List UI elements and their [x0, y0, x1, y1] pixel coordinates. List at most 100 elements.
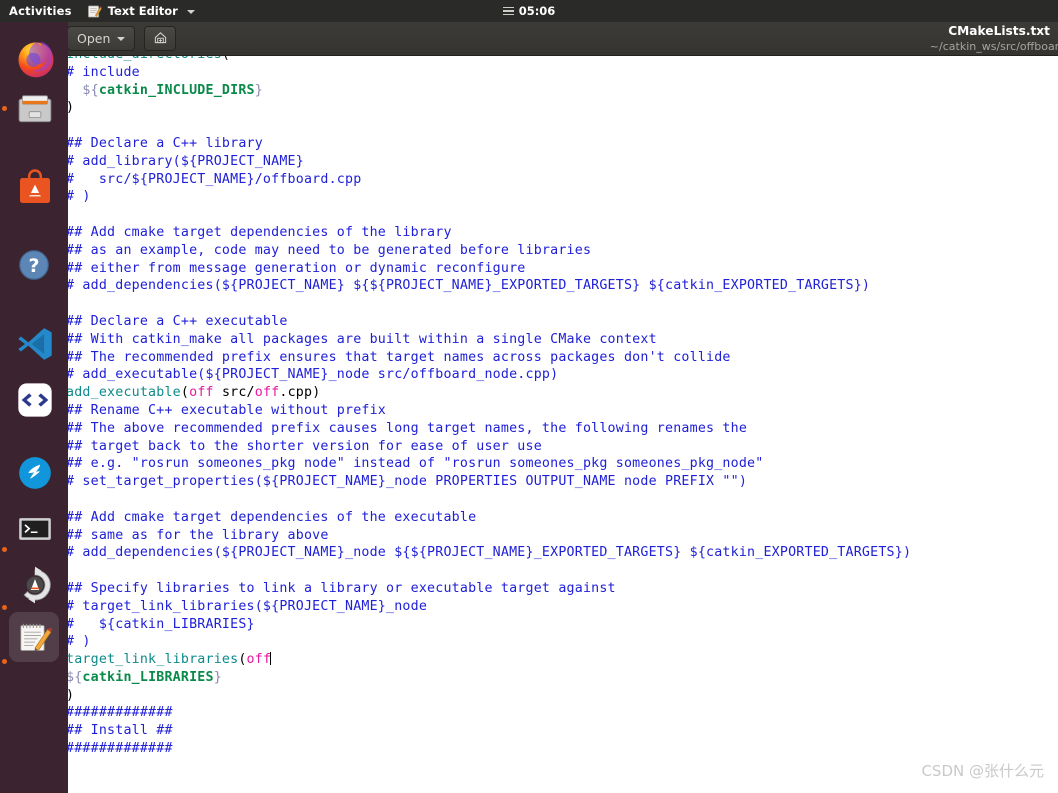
help-icon: ? — [15, 246, 53, 284]
running-indicator-software-updater — [2, 605, 7, 610]
code-line: ############# — [66, 741, 173, 756]
code-token: ## as an example, code may need to be ge… — [66, 242, 592, 258]
running-indicator-files — [2, 106, 7, 111]
code-token: ${ — [66, 669, 83, 685]
code-token: off — [254, 385, 280, 401]
code-line: # include — [66, 65, 140, 80]
dock-item-text-editor[interactable] — [9, 612, 59, 662]
editor-header-bar: Open CMakeLists.txt ~/catkin_ws/src/offb… — [58, 22, 1058, 56]
code-token: # target_link_libraries(${PROJECT_NAME}_… — [66, 598, 428, 614]
code-token: src/ — [213, 385, 255, 401]
dingtalk-icon — [15, 453, 53, 491]
code-line: ## Install ## — [66, 723, 173, 738]
code-token: } — [254, 82, 263, 98]
code-line: ## Declare a C++ library — [66, 136, 263, 151]
chevron-down-icon — [117, 37, 126, 41]
code-line: ## target back to the shorter version fo… — [66, 439, 542, 454]
code-token: } — [213, 669, 222, 685]
code-line: # add_library(${PROJECT_NAME} — [66, 154, 304, 169]
text-cursor — [270, 652, 272, 666]
text-editor-icon — [15, 618, 53, 656]
dock-item-vscode[interactable] — [9, 318, 59, 368]
code-line: ## either from message generation or dyn… — [66, 261, 526, 276]
code-token: ## With catkin_make all packages are bui… — [66, 331, 657, 347]
code-token: ${ — [82, 82, 99, 98]
code-line: # target_link_libraries(${PROJECT_NAME}_… — [66, 599, 427, 614]
chevron-down-icon — [186, 9, 195, 14]
code-line: # ${catkin_LIBRARIES} — [66, 617, 255, 632]
code-token: .cpp) — [279, 385, 321, 401]
code-view[interactable]: include_directories( # include ${catkin_… — [58, 56, 1058, 793]
code-token: ( — [222, 56, 230, 62]
running-indicator-text-editor — [2, 659, 7, 664]
dock-item-software-updater[interactable] — [9, 537, 59, 604]
dock-item-dingtalk[interactable] — [9, 447, 59, 497]
code-token: # ${catkin_LIBRARIES} — [66, 616, 255, 632]
document-path: ~/catkin_ws/src/offboard — [929, 40, 1058, 53]
code-token: catkin_LIBRARIES — [82, 669, 214, 685]
code-line: # add_dependencies(${PROJECT_NAME}_node … — [66, 545, 911, 560]
dock-item-ubuntu-software[interactable] — [9, 162, 59, 212]
app-menu-label: Text Editor — [107, 4, 178, 18]
code-token: ## same as for the library above — [66, 527, 329, 543]
code-line: ## Declare a C++ executable — [66, 314, 288, 329]
hamburger-icon — [502, 6, 514, 16]
code-token: ## The above recommended prefix causes l… — [66, 420, 748, 436]
code-token: add_executable — [66, 385, 181, 401]
code-line: ## as an example, code may need to be ge… — [66, 243, 591, 258]
code-line: # ) — [66, 634, 91, 649]
open-button[interactable]: Open — [67, 26, 136, 51]
code-token: ( — [180, 385, 190, 401]
dock-item-help[interactable]: ? — [9, 240, 59, 290]
save-button[interactable] — [144, 26, 177, 51]
running-indicator-terminal — [2, 547, 7, 552]
code-token: # add_library(${PROJECT_NAME} — [66, 153, 304, 169]
firefox-icon — [15, 38, 54, 78]
code-line: ## e.g. "rosrun someones_pkg node" inste… — [66, 456, 763, 471]
code-line: ## The above recommended prefix causes l… — [66, 421, 747, 436]
code-token: ############# — [66, 741, 173, 757]
code-token: catkin_INCLUDE_DIRS — [98, 82, 255, 98]
code-line: # add_dependencies(${PROJECT_NAME} ${${P… — [66, 278, 870, 293]
code-line: ## With catkin_make all packages are bui… — [66, 332, 657, 347]
code-token: ## Declare a C++ executable — [66, 313, 288, 329]
dock-item-files[interactable] — [9, 84, 59, 134]
source-code[interactable]: include_directories( # include ${catkin_… — [66, 56, 911, 758]
code-line: ## same as for the library above — [66, 528, 329, 543]
code-line: ${catkin_LIBRARIES} — [66, 670, 222, 685]
code-token: # add_executable(${PROJECT_NAME}_node sr… — [66, 367, 559, 383]
code-token: ## The recommended prefix ensures that t… — [66, 349, 731, 365]
code-token: off — [189, 385, 214, 401]
dock-item-code-editor[interactable] — [9, 374, 59, 424]
clock-label: 05:06 — [518, 4, 556, 18]
code-token: ## Add cmake target dependencies of the … — [66, 224, 452, 240]
software-updater-icon — [15, 565, 53, 604]
code-line: # set_target_properties(${PROJECT_NAME}_… — [66, 474, 747, 489]
code-line: ## Add cmake target dependencies of the … — [66, 510, 476, 525]
code-line: ## Add cmake target dependencies of the … — [66, 225, 452, 240]
code-line: ## Rename C++ executable without prefix — [66, 403, 386, 418]
code-token: ############# — [66, 705, 173, 721]
code-token: ## either from message generation or dyn… — [66, 260, 526, 276]
code-token: include_directories — [66, 56, 222, 62]
code-token: # src/${PROJECT_NAME}/offboard.cpp — [66, 171, 362, 187]
document-title: CMakeLists.txt — [948, 24, 1050, 38]
open-button-label: Open — [77, 31, 111, 46]
code-brackets-icon — [15, 380, 53, 418]
ubuntu-dock: ? — [0, 22, 68, 793]
code-line: target_link_libraries(off — [66, 652, 272, 668]
code-token: ## Rename C++ executable without prefix — [66, 402, 387, 418]
code-token: ## Declare a C++ library — [66, 135, 263, 151]
app-menu-button[interactable]: Text Editor — [81, 4, 201, 19]
clock-area[interactable]: 05:06 — [469, 4, 589, 18]
document-title-area: CMakeLists.txt ~/catkin_ws/src/offboard — [728, 22, 1058, 56]
code-token: ## Specify libraries to link a library o… — [66, 580, 616, 596]
file-manager-icon — [15, 90, 53, 128]
code-token: target_link_libraries — [66, 652, 239, 668]
code-token: ( — [238, 652, 247, 668]
dock-item-firefox[interactable] — [9, 32, 59, 82]
activities-button[interactable]: Activities — [0, 4, 81, 18]
text-editor-icon — [87, 4, 102, 19]
code-line: # add_executable(${PROJECT_NAME}_node sr… — [66, 367, 558, 382]
